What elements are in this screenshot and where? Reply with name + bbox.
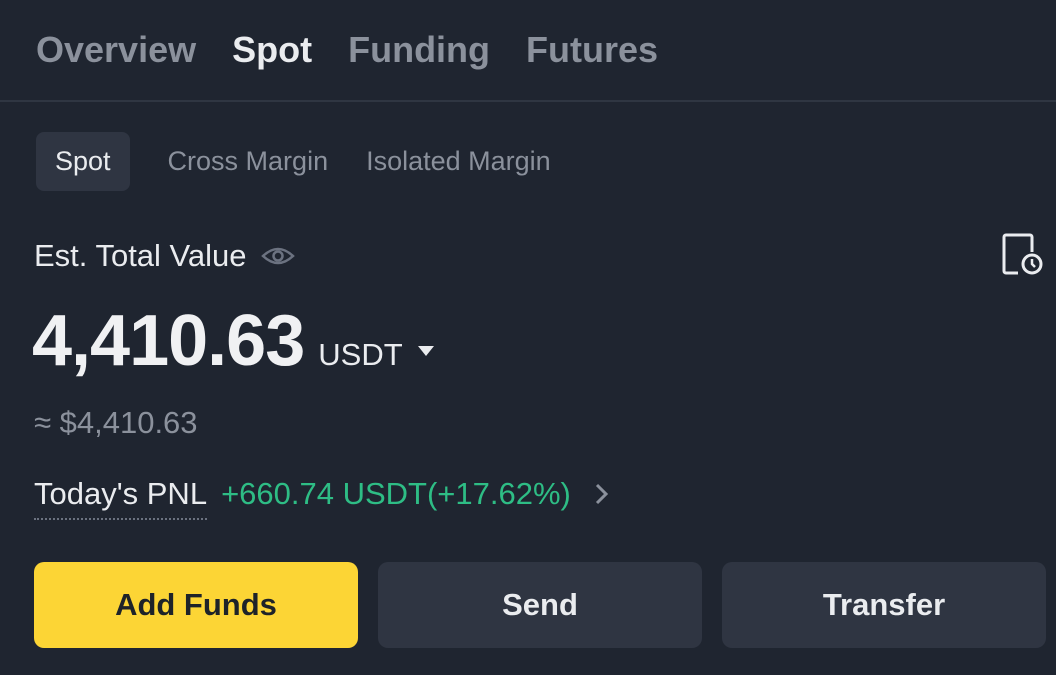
- est-total-value-label: Est. Total Value: [34, 238, 247, 273]
- tab-spot[interactable]: Spot: [232, 32, 312, 68]
- todays-pnl-label[interactable]: Today's PNL: [34, 476, 208, 520]
- chevron-right-icon[interactable]: [595, 483, 609, 505]
- wallet-tabs: Overview Spot Funding Futures: [0, 0, 1056, 102]
- todays-pnl-value: +660.74 USDT(+17.62%): [221, 476, 571, 511]
- todays-pnl-row[interactable]: Today's PNL +660.74 USDT(+17.62%): [34, 472, 609, 520]
- account-type-tabs: Spot Cross Margin Isolated Margin: [36, 131, 589, 191]
- tab-overview[interactable]: Overview: [36, 32, 196, 68]
- total-value-row: 4,410.63 USDT: [32, 300, 435, 382]
- tab-futures[interactable]: Futures: [526, 32, 658, 68]
- tab-funding[interactable]: Funding: [348, 32, 490, 68]
- transfer-button[interactable]: Transfer: [722, 562, 1046, 648]
- subtab-spot[interactable]: Spot: [36, 131, 130, 191]
- fiat-equivalent: ≈ $4,410.63: [34, 405, 198, 440]
- total-value: 4,410.63: [32, 301, 305, 381]
- caret-down-icon[interactable]: [417, 344, 435, 356]
- add-funds-button[interactable]: Add Funds: [34, 562, 358, 648]
- history-icon[interactable]: [1000, 232, 1044, 276]
- currency-unit-selector[interactable]: USDT: [318, 337, 402, 373]
- subtab-isolated-margin[interactable]: Isolated Margin: [366, 147, 551, 175]
- subtab-cross-margin[interactable]: Cross Margin: [168, 147, 329, 175]
- send-button[interactable]: Send: [378, 562, 702, 648]
- action-buttons: Add Funds Send Transfer: [34, 562, 1046, 648]
- eye-icon[interactable]: [260, 244, 295, 268]
- est-total-value-row: Est. Total Value: [34, 236, 295, 276]
